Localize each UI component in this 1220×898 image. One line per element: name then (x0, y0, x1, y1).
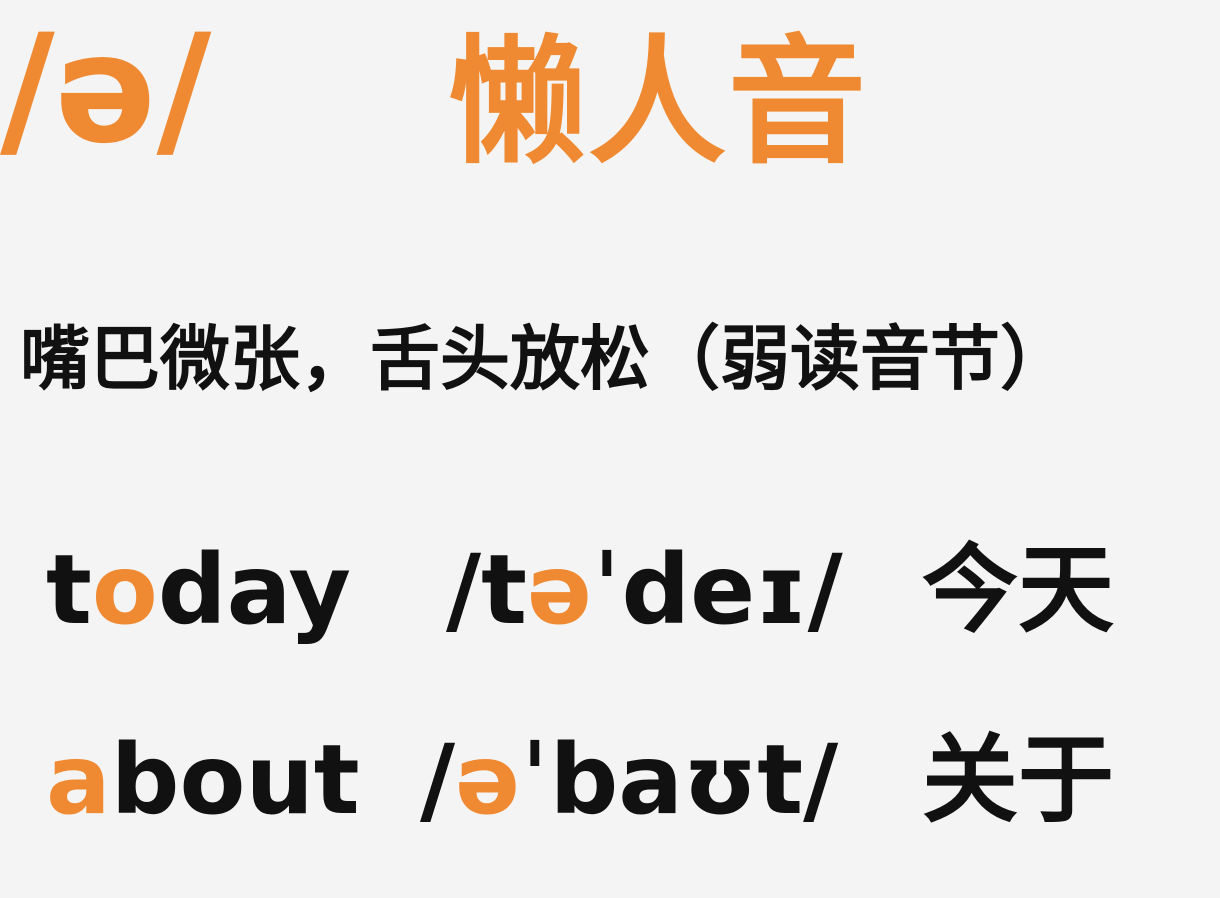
word-part-highlight: o (91, 534, 158, 646)
example-phonetic: /təˈdeɪ/ (446, 530, 843, 650)
word-part-highlight: a (46, 724, 111, 836)
phonetic-part: /t (446, 534, 527, 646)
example-row-about: about /əˈbaʊt/ 关于 (0, 720, 1220, 840)
phonetic-symbol: /ə/ (0, 3, 212, 177)
word-part: bout (110, 724, 360, 836)
example-word: today (46, 530, 351, 650)
page-title: 懒人音 (448, 22, 869, 183)
phonetic-part: / (420, 724, 456, 836)
example-row-today: today /təˈdeɪ/ 今天 (0, 530, 1220, 650)
example-meaning: 今天 (922, 534, 1114, 646)
word-part: t (46, 534, 92, 646)
example-word: about (46, 720, 360, 840)
phonetic-part-highlight: ə (455, 724, 521, 836)
word-part: day (157, 534, 351, 646)
phonetic-part: ˈdeɪ/ (592, 534, 843, 646)
phonetic-part: ˈbaʊt/ (520, 724, 839, 836)
example-meaning: 关于 (922, 724, 1114, 836)
pronunciation-instruction: 嘴巴微张，舌头放松（弱读音节） (20, 318, 1070, 400)
example-phonetic: /əˈbaʊt/ (420, 720, 838, 840)
phonetic-part-highlight: ə (526, 534, 593, 646)
